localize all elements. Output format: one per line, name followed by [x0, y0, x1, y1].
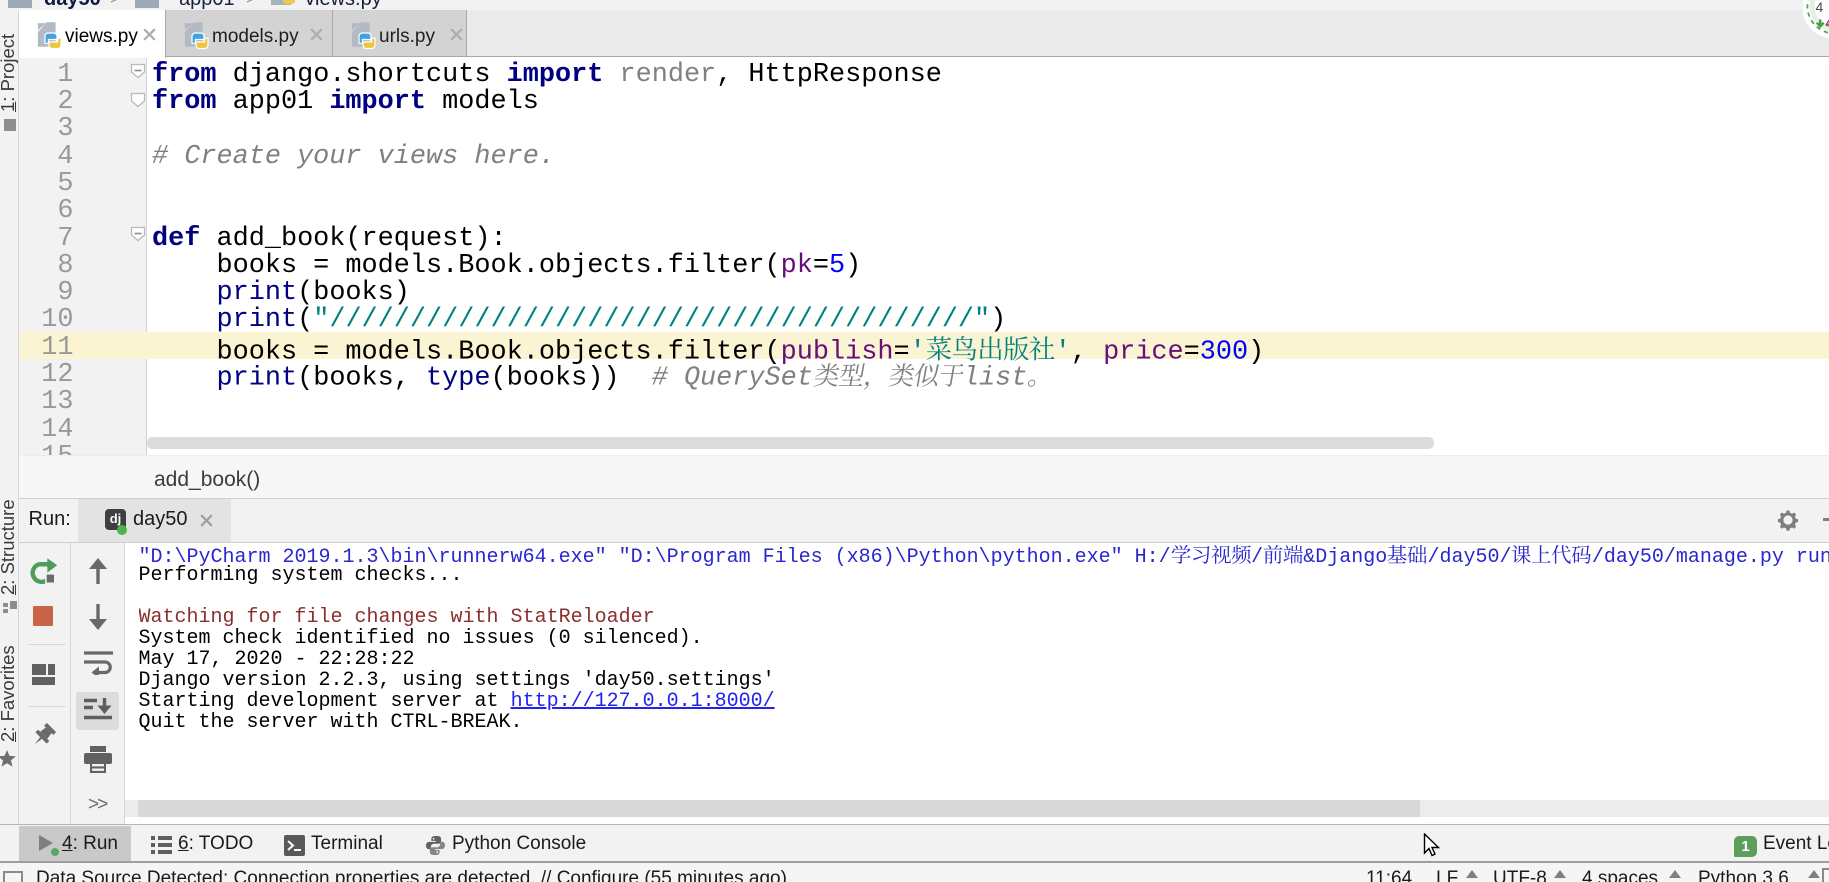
- svg-text:4: 4: [1816, 0, 1824, 15]
- svg-text:4: 4: [1826, 18, 1829, 30]
